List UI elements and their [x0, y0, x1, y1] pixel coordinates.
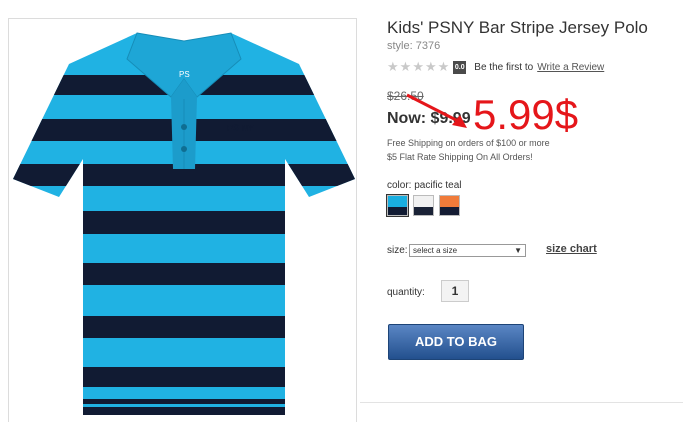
- style-number: style: 7376: [387, 40, 441, 52]
- polo-shirt-illustration: PS PS NY: [13, 32, 355, 415]
- quantity-label: quantity:: [387, 287, 425, 298]
- swatch-orange[interactable]: [439, 195, 460, 216]
- rating-score-badge: 0.0: [453, 60, 467, 74]
- size-select-value: select a size: [413, 246, 458, 255]
- product-title: Kids' PSNY Bar Stripe Jersey Polo: [387, 18, 648, 37]
- color-swatches: [386, 194, 460, 217]
- chest-logo-text: PS NY: [227, 123, 254, 133]
- star-icon: ★: [437, 59, 450, 74]
- star-icon: ★: [387, 59, 399, 74]
- product-image: PS PS NY: [8, 18, 357, 422]
- dropdown-arrow-icon: ▼: [514, 246, 522, 255]
- size-chart-link[interactable]: size chart: [546, 243, 597, 255]
- rating-row: ★ ★ ★ ★ ★ 0.0 Be the first to Write a Re…: [387, 60, 604, 74]
- price-annotation: 5.99$: [473, 91, 579, 138]
- neck-label-text: PS: [179, 70, 190, 79]
- swatch-pacific-teal[interactable]: [386, 194, 409, 217]
- star-icon: ★: [412, 59, 424, 74]
- star-icon: ★: [424, 59, 437, 74]
- flat-rate-shipping-note: $5 Flat Rate Shipping On All Orders!: [387, 152, 533, 162]
- section-divider: [360, 402, 683, 403]
- write-review-link[interactable]: Write a Review: [537, 62, 604, 73]
- size-label: size:: [387, 245, 408, 256]
- star-rating: ★ ★ ★ ★ ★: [387, 60, 449, 74]
- rating-text: Be the first to: [474, 61, 534, 73]
- color-label: color: pacific teal: [387, 180, 462, 191]
- size-select[interactable]: select a size ▼: [409, 244, 526, 257]
- quantity-input[interactable]: 1: [441, 280, 469, 302]
- add-to-bag-button[interactable]: ADD TO BAG: [388, 324, 524, 360]
- swatch-white[interactable]: [413, 195, 434, 216]
- star-icon: ★: [399, 59, 412, 74]
- red-arrow-icon: [406, 93, 467, 128]
- free-shipping-note: Free Shipping on orders of $100 or more: [387, 138, 550, 148]
